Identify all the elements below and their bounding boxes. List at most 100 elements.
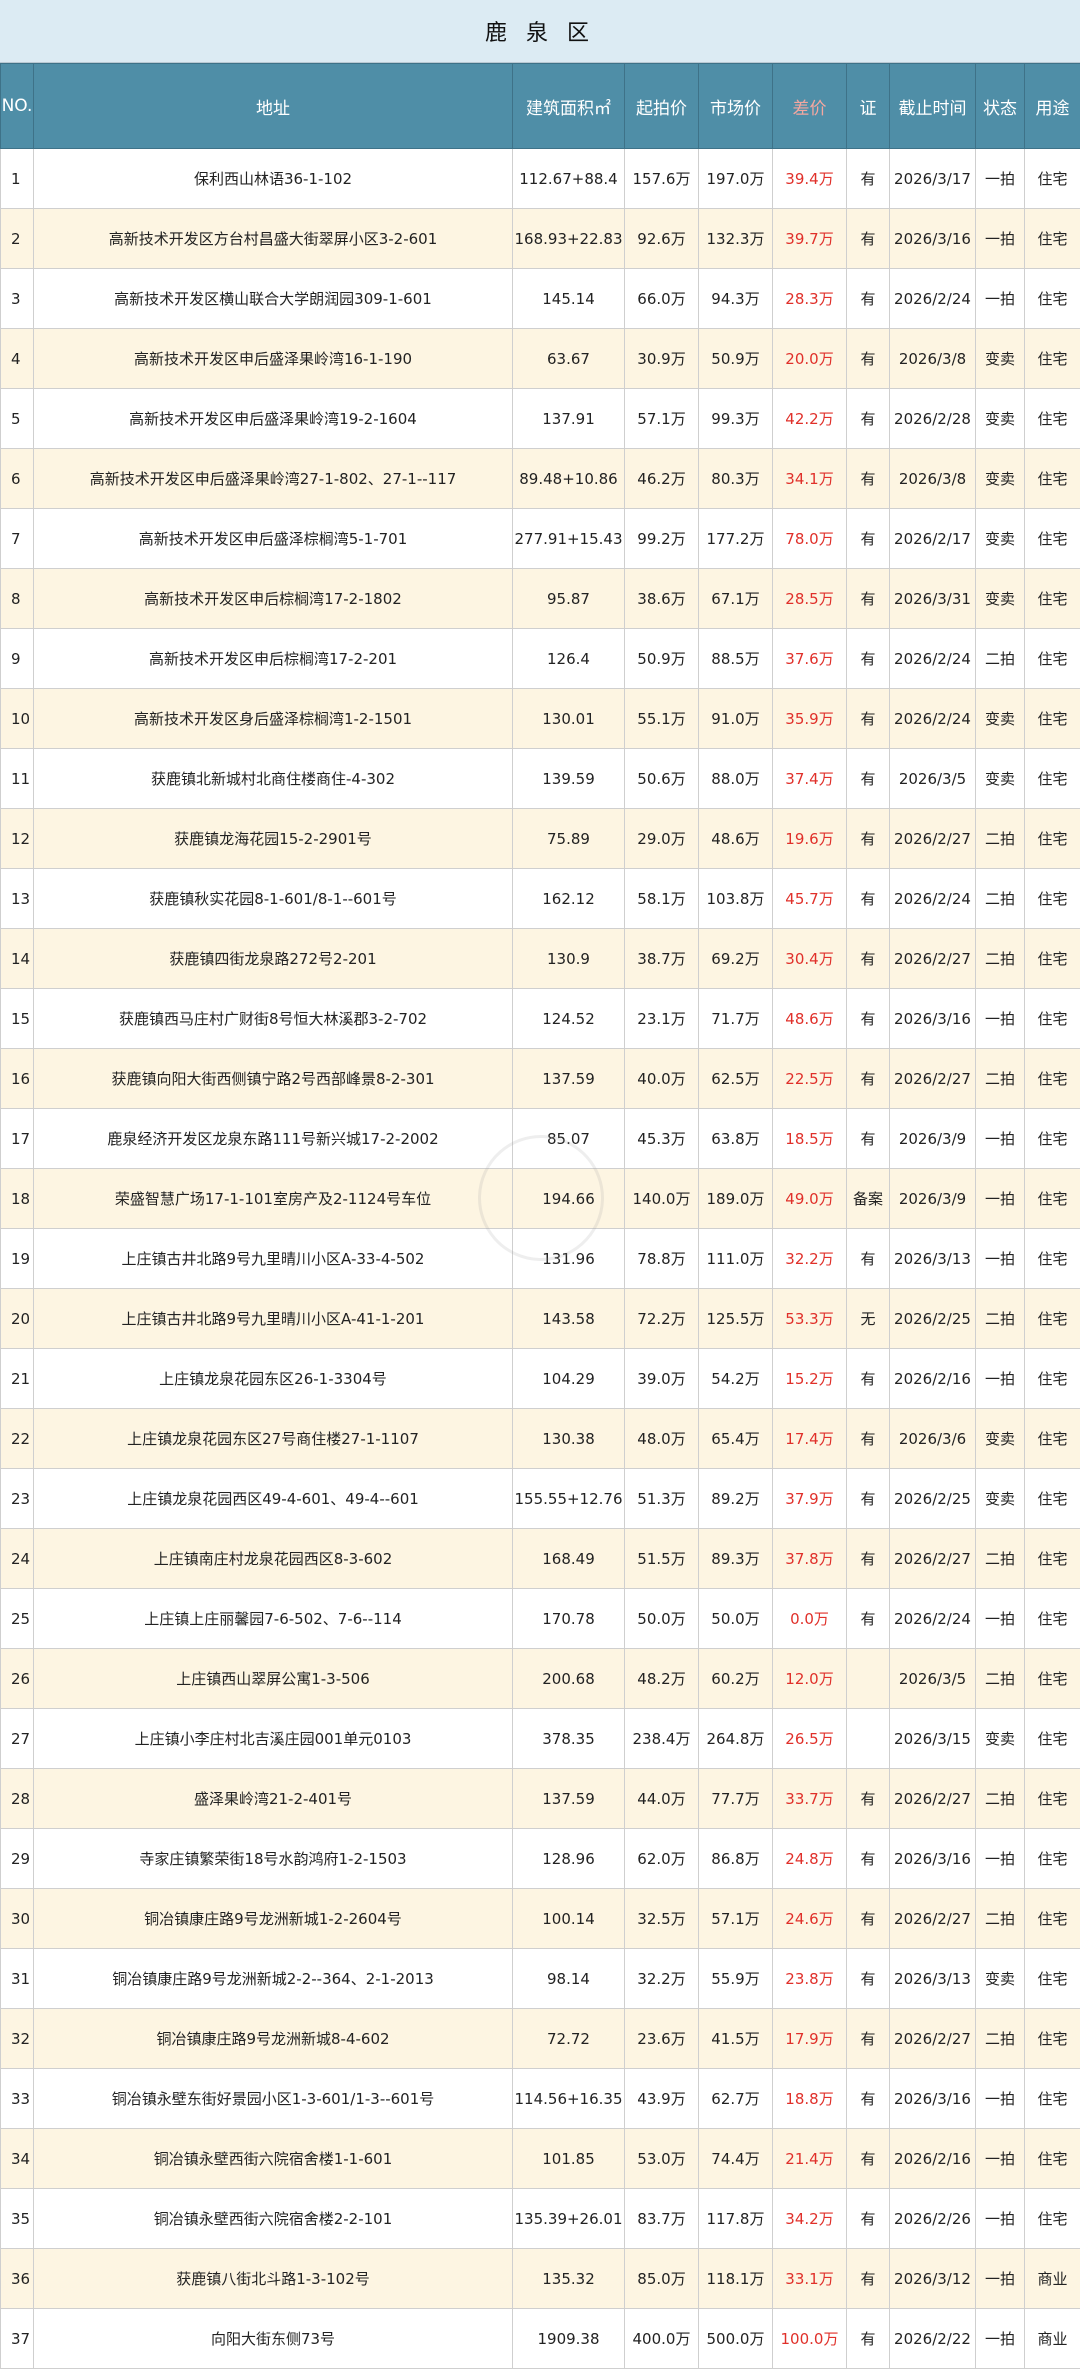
row-status: 变卖	[976, 689, 1025, 749]
row-address: 铜冶镇永壁西街六院宿舍楼2-2-101	[34, 2189, 513, 2249]
row-usage: 住宅	[1025, 149, 1080, 209]
row-number: 22	[1, 1409, 34, 1469]
row-start-price: 50.9万	[625, 629, 699, 689]
row-area: 130.38	[513, 1409, 625, 1469]
row-usage: 住宅	[1025, 1889, 1080, 1949]
row-address: 高新技术开发区申后棕榈湾17-2-1802	[34, 569, 513, 629]
row-usage: 住宅	[1025, 2069, 1080, 2129]
row-usage: 住宅	[1025, 569, 1080, 629]
row-area: 168.49	[513, 1529, 625, 1589]
row-price-diff: 35.9万	[773, 689, 847, 749]
row-status: 一拍	[976, 269, 1025, 329]
row-deadline: 2026/3/16	[890, 2069, 976, 2129]
row-start-price: 50.6万	[625, 749, 699, 809]
row-cert: 有	[847, 569, 890, 629]
row-market-price: 65.4万	[699, 1409, 773, 1469]
row-cert: 有	[847, 2009, 890, 2069]
row-price-diff: 48.6万	[773, 989, 847, 1049]
table-body: 1保利西山林语36-1-102112.67+88.4157.6万197.0万39…	[1, 149, 1080, 2369]
row-usage: 商业	[1025, 2309, 1080, 2369]
table-row: 36获鹿镇八街北斗路1-3-102号135.3285.0万118.1万33.1万…	[1, 2249, 1080, 2309]
table-header: NO. 地址 建筑面积㎡ 起拍价 市场价 差价 证 截止时间 状态 用途	[1, 64, 1080, 149]
row-cert: 有	[847, 509, 890, 569]
table-row: 24上庄镇南庄村龙泉花园西区8-3-602168.4951.5万89.3万37.…	[1, 1529, 1080, 1589]
row-market-price: 50.0万	[699, 1589, 773, 1649]
row-usage: 住宅	[1025, 2189, 1080, 2249]
row-status: 变卖	[976, 389, 1025, 449]
row-market-price: 111.0万	[699, 1229, 773, 1289]
row-start-price: 55.1万	[625, 689, 699, 749]
row-market-price: 89.2万	[699, 1469, 773, 1529]
row-usage: 住宅	[1025, 509, 1080, 569]
auction-sheet: 鹿 泉 区 NO. 地址 建筑面积㎡ 起拍价 市场价 差价 证 截止时间	[0, 0, 1080, 2369]
header-deadline: 截止时间	[890, 64, 976, 149]
row-market-price: 63.8万	[699, 1109, 773, 1169]
row-usage: 住宅	[1025, 809, 1080, 869]
row-cert: 有	[847, 449, 890, 509]
row-deadline: 2026/2/27	[890, 929, 976, 989]
table-row: 30铜冶镇康庄路9号龙洲新城1-2-2604号100.1432.5万57.1万2…	[1, 1889, 1080, 1949]
row-usage: 住宅	[1025, 1349, 1080, 1409]
row-area: 378.35	[513, 1709, 625, 1769]
row-start-price: 78.8万	[625, 1229, 699, 1289]
row-address: 鹿泉经济开发区龙泉东路111号新兴城17-2-2002	[34, 1109, 513, 1169]
row-cert: 有	[847, 1049, 890, 1109]
row-number: 24	[1, 1529, 34, 1589]
row-market-price: 125.5万	[699, 1289, 773, 1349]
row-number: 8	[1, 569, 34, 629]
row-start-price: 400.0万	[625, 2309, 699, 2369]
row-number: 27	[1, 1709, 34, 1769]
row-cert: 无	[847, 1289, 890, 1349]
row-start-price: 99.2万	[625, 509, 699, 569]
row-cert: 有	[847, 1229, 890, 1289]
row-number: 19	[1, 1229, 34, 1289]
table-row: 5高新技术开发区申后盛泽果岭湾19-2-1604137.9157.1万99.3万…	[1, 389, 1080, 449]
row-area: 194.66	[513, 1169, 625, 1229]
row-status: 变卖	[976, 509, 1025, 569]
row-cert: 有	[847, 2069, 890, 2129]
row-price-diff: 15.2万	[773, 1349, 847, 1409]
row-deadline: 2026/3/9	[890, 1169, 976, 1229]
row-usage: 住宅	[1025, 1049, 1080, 1109]
header-start-price: 起拍价	[625, 64, 699, 149]
row-area: 101.85	[513, 2129, 625, 2189]
row-deadline: 2026/3/8	[890, 449, 976, 509]
row-usage: 住宅	[1025, 1769, 1080, 1829]
row-start-price: 45.3万	[625, 1109, 699, 1169]
row-status: 一拍	[976, 1109, 1025, 1169]
table-row: 18荣盛智慧广场17-1-101室房产及2-1124号车位194.66140.0…	[1, 1169, 1080, 1229]
row-area: 126.4	[513, 629, 625, 689]
row-price-diff: 100.0万	[773, 2309, 847, 2369]
row-area: 139.59	[513, 749, 625, 809]
row-cert: 有	[847, 929, 890, 989]
row-price-diff: 28.5万	[773, 569, 847, 629]
row-start-price: 58.1万	[625, 869, 699, 929]
row-status: 变卖	[976, 1709, 1025, 1769]
row-number: 35	[1, 2189, 34, 2249]
row-status: 变卖	[976, 569, 1025, 629]
row-market-price: 500.0万	[699, 2309, 773, 2369]
row-market-price: 71.7万	[699, 989, 773, 1049]
table-row: 6高新技术开发区申后盛泽果岭湾27-1-802、27-1--11789.48+1…	[1, 449, 1080, 509]
row-status: 一拍	[976, 2069, 1025, 2129]
row-area: 131.96	[513, 1229, 625, 1289]
row-start-price: 53.0万	[625, 2129, 699, 2189]
row-address: 上庄镇龙泉花园西区49-4-601、49-4--601	[34, 1469, 513, 1529]
row-start-price: 39.0万	[625, 1349, 699, 1409]
row-address: 向阳大街东侧73号	[34, 2309, 513, 2369]
row-start-price: 140.0万	[625, 1169, 699, 1229]
row-address: 获鹿镇向阳大街西侧镇宁路2号西部峰景8-2-301	[34, 1049, 513, 1109]
row-deadline: 2026/3/31	[890, 569, 976, 629]
row-deadline: 2026/3/15	[890, 1709, 976, 1769]
row-cert: 有	[847, 1769, 890, 1829]
row-status: 一拍	[976, 1829, 1025, 1889]
table-row: 20上庄镇古井北路9号九里晴川小区A-41-1-201143.5872.2万12…	[1, 1289, 1080, 1349]
row-deadline: 2026/3/8	[890, 329, 976, 389]
row-price-diff: 39.7万	[773, 209, 847, 269]
row-address: 上庄镇上庄丽馨园7-6-502、7-6--114	[34, 1589, 513, 1649]
row-start-price: 23.6万	[625, 2009, 699, 2069]
row-status: 二拍	[976, 929, 1025, 989]
row-number: 20	[1, 1289, 34, 1349]
table-row: 22上庄镇龙泉花园东区27号商住楼27-1-1107130.3848.0万65.…	[1, 1409, 1080, 1469]
row-deadline: 2026/2/24	[890, 869, 976, 929]
